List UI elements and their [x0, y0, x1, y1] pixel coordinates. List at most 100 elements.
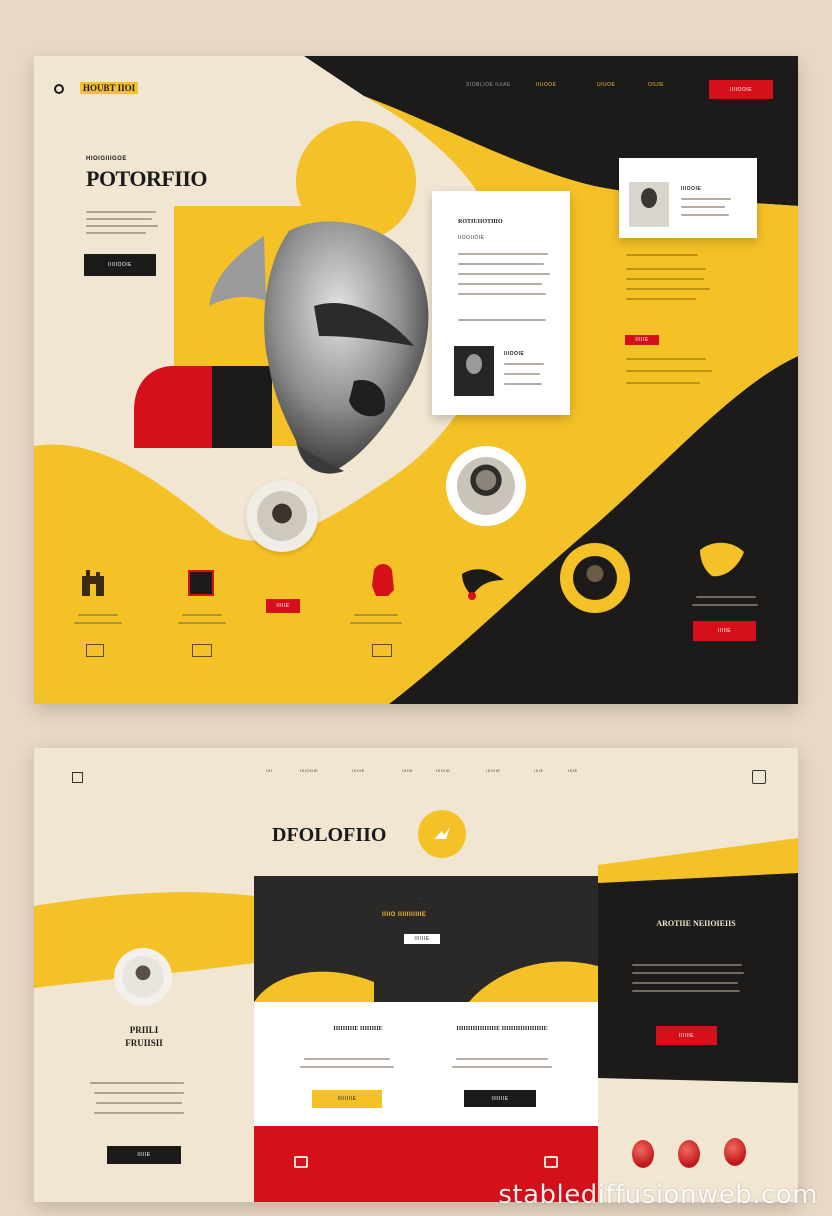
side-text-line — [626, 298, 696, 300]
article-preview-card[interactable]: ROTIUIIOTIIIO IIOOIIOIE IIIOOIE — [432, 191, 570, 415]
leaf-icon[interactable] — [698, 540, 746, 580]
right-panel-button[interactable]: IIIIIIE — [656, 1026, 717, 1045]
service-left-heading: IIIIIIIIIE IIIIIIIIE — [333, 1026, 383, 1032]
landing-nav-item-2[interactable]: IIIIOOIE — [300, 768, 318, 773]
feature-tag-button[interactable]: IIIIIE — [266, 599, 300, 613]
service-text-line — [300, 1066, 394, 1068]
hero-cta-button[interactable]: IIIIIOOIE — [84, 254, 156, 276]
article-text-line — [458, 273, 550, 275]
left-profile-title: PRIILI FRUIISII — [125, 1025, 163, 1048]
avatar-circle-small[interactable] — [246, 480, 318, 552]
left-profile-button[interactable]: IIIIIE — [107, 1146, 181, 1164]
article-text-line — [458, 283, 542, 285]
chat-icon[interactable] — [294, 1156, 308, 1168]
landing-nav-item-8[interactable]: IIIIE — [568, 768, 578, 773]
feature-text-line — [178, 622, 226, 624]
right-text-line — [696, 596, 756, 598]
side-text-line — [626, 358, 706, 360]
apple-icon — [678, 1140, 700, 1168]
portfolio-landing-card: IIII IIIIOOIE IIIIIIE IIIIIE IIIIIIIE II… — [34, 748, 798, 1202]
dark-panel-marker: · — [420, 896, 423, 902]
article-text-line — [458, 263, 544, 265]
profile-preview-card[interactable]: IIIOOIE — [619, 158, 757, 238]
dark-panel-yellow-waves — [254, 961, 598, 1002]
right-panel-heading: AROTIIE NEIIOIEIIS — [656, 919, 736, 928]
service-text-line — [304, 1058, 390, 1060]
landing-nav-item-4[interactable]: IIIIIE — [402, 768, 413, 773]
feature-text-line — [350, 622, 402, 624]
right-panel-text-line — [632, 972, 744, 974]
service-text-line — [456, 1058, 548, 1060]
nav-item-1[interactable]: SIOBLIOE IUIAE — [466, 82, 511, 88]
article-text-line — [504, 373, 540, 375]
side-text-line — [626, 370, 712, 372]
nav-item-3[interactable]: UIUOE — [597, 82, 615, 88]
right-panel-text-line — [632, 990, 740, 992]
user-icon[interactable] — [752, 770, 766, 784]
feature-dark-panel: · IIIIO IIIIIIIIIIIE IIIIIIE — [254, 876, 598, 1002]
brand-logo-icon[interactable] — [54, 84, 64, 94]
arrow-logo-icon[interactable] — [418, 810, 466, 858]
service-right-heading: IIIIIIIIIIIIIIIIIE IIIIIIIIIIIIIIIIIIE — [456, 1026, 548, 1032]
landing-nav-item-6[interactable]: IIIIIIIE — [486, 768, 500, 773]
side-text-line — [626, 382, 700, 384]
feature-text-line — [74, 622, 122, 624]
article-text-line — [504, 363, 544, 365]
article-subtitle: IIOOIIOIE — [458, 235, 485, 241]
service-text-line — [452, 1066, 552, 1068]
feature-badge-icon[interactable] — [192, 644, 212, 657]
feature-badge-icon[interactable] — [86, 644, 104, 657]
watermark-text: stablediffusionweb.com — [498, 1180, 818, 1210]
hero-eyebrow: HIOIGIIIGOE — [86, 156, 127, 162]
side-text-line — [626, 268, 706, 270]
feature-text-line — [354, 614, 398, 616]
article-text-line — [458, 253, 548, 255]
landing-nav-item-7[interactable]: IIIIE — [534, 768, 544, 773]
nav-cta-button[interactable]: IIIIOOIE — [709, 80, 773, 99]
camera-icon[interactable] — [544, 1156, 558, 1168]
hero-text-line — [86, 232, 146, 234]
right-cta-button[interactable]: IIIIIE — [693, 621, 756, 641]
brand-name[interactable]: HOUBT IIOI — [80, 82, 139, 94]
left-profile-text-line — [90, 1082, 184, 1084]
right-text-line — [692, 604, 758, 606]
dark-panel-heading: IIIIO IIIIIIIIIIIE — [382, 912, 427, 918]
menu-icon[interactable] — [72, 772, 83, 783]
feature-text-line — [182, 614, 222, 616]
service-right-button[interactable]: IIIIIIIE — [464, 1090, 536, 1107]
left-profile-avatar[interactable] — [114, 948, 172, 1006]
article-title: ROTIUIIOTIIIO — [458, 219, 503, 225]
profile-text-line — [681, 206, 725, 208]
apple-icon — [632, 1140, 654, 1168]
building-icon[interactable] — [80, 568, 106, 596]
side-tag-button[interactable]: IIIIIE — [625, 335, 659, 345]
bird-icon[interactable] — [460, 566, 506, 602]
nav-item-2[interactable]: IIUOOE — [536, 82, 557, 88]
frame-icon[interactable] — [188, 570, 214, 596]
nav-item-4[interactable]: OIUIE — [648, 82, 664, 88]
article-caption: IIIOOIE — [504, 351, 525, 357]
left-profile-text-line — [94, 1112, 184, 1114]
right-panel-text-line — [632, 982, 738, 984]
right-panel-text-line — [632, 964, 742, 966]
landing-title: DFOLOFIIO — [272, 824, 387, 846]
landing-nav-item-3[interactable]: IIIIIIE — [352, 768, 365, 773]
landing-nav-item-1[interactable]: IIII — [266, 768, 272, 773]
side-text-line — [626, 288, 710, 290]
hero-text-line — [86, 225, 158, 227]
left-profile-text-line — [96, 1102, 182, 1104]
feature-badge-icon[interactable] — [372, 644, 392, 657]
avatar-circle-yellow[interactable] — [560, 543, 630, 613]
article-text-line — [458, 293, 546, 295]
horse-icon[interactable] — [368, 560, 398, 598]
hero-title: POTORFIIO — [86, 166, 208, 191]
profile-text-line — [681, 214, 729, 216]
profile-photo — [629, 182, 669, 227]
landing-nav-item-5[interactable]: IIIIIIIE — [436, 768, 450, 773]
avatar-circle-large[interactable] — [446, 446, 526, 526]
service-left-button[interactable]: IIIIIIIIE — [312, 1090, 382, 1108]
profile-text-line — [681, 198, 731, 200]
article-text-line — [458, 319, 546, 321]
hero-text-line — [86, 218, 152, 220]
hero-text-line — [86, 211, 156, 213]
